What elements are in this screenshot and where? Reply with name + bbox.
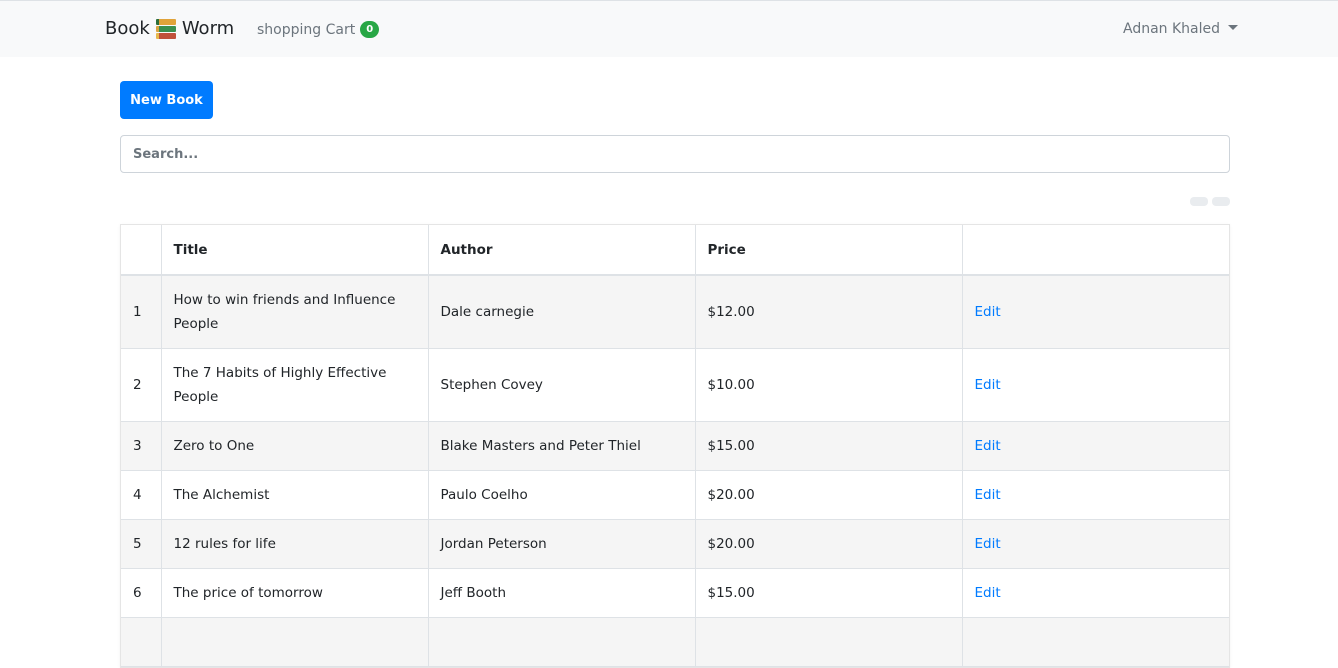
row-author: Stephen Covey	[428, 348, 696, 422]
edit-link[interactable]: Edit	[975, 487, 1001, 503]
row-price: $20.00	[695, 470, 963, 520]
row-index: 4	[121, 470, 162, 520]
header-actions	[962, 225, 1229, 276]
row-index: 5	[121, 519, 162, 569]
table-row: 5 12 rules for life Jordan Peterson $20.…	[121, 519, 1229, 569]
brand-logo[interactable]: Book Worm	[105, 18, 234, 39]
row-author: Paulo Coelho	[428, 470, 696, 520]
row-title: Zero to One	[161, 421, 429, 471]
row-price: $15.00	[695, 568, 963, 618]
row-price: $15.00	[695, 421, 963, 471]
pagination-prev-button[interactable]	[1190, 197, 1208, 206]
edit-link[interactable]: Edit	[975, 438, 1001, 454]
new-book-button[interactable]: New Book	[120, 81, 213, 119]
table-header-row: Title Author Price	[121, 225, 1229, 276]
cart-label: shopping Cart	[257, 21, 356, 38]
caret-down-icon	[1228, 24, 1238, 30]
table-row: 4 The Alchemist Paulo Coelho $20.00 Edit	[121, 470, 1229, 520]
header-author[interactable]: Author	[428, 225, 696, 276]
header-index	[121, 225, 162, 276]
row-author: Jeff Booth	[428, 568, 696, 618]
header-price[interactable]: Price	[695, 225, 963, 276]
edit-link[interactable]: Edit	[975, 536, 1001, 552]
row-price: $10.00	[695, 348, 963, 422]
brand-text-left: Book	[105, 18, 150, 39]
search-input[interactable]	[120, 135, 1230, 173]
table-row: 2 The 7 Habits of Highly Effective Peopl…	[121, 348, 1229, 422]
shopping-cart-link[interactable]: shopping Cart 0	[257, 21, 380, 38]
header-title[interactable]: Title	[161, 225, 429, 276]
row-title: The Alchemist	[161, 470, 429, 520]
row-price: $12.00	[695, 275, 963, 349]
row-author: Dale carnegie	[428, 275, 696, 349]
user-menu-dropdown[interactable]: Adnan Khaled	[1123, 21, 1238, 37]
navbar: Book Worm shopping Cart 0 Adnan Khaled	[0, 0, 1338, 57]
row-price: $20.00	[695, 519, 963, 569]
cart-count-badge: 0	[360, 21, 380, 38]
table-row: 6 The price of tomorrow Jeff Booth $15.0…	[121, 568, 1229, 618]
row-index: 6	[121, 568, 162, 618]
edit-link[interactable]: Edit	[975, 377, 1001, 393]
row-title: How to win friends and Influence People	[161, 275, 429, 349]
books-icon	[155, 18, 176, 39]
row-title: The 7 Habits of Highly Effective People	[161, 348, 429, 422]
row-author: Blake Masters and Peter Thiel	[428, 421, 696, 471]
books-table: Title Author Price 1 How to win friends …	[120, 224, 1230, 668]
row-index: 2	[121, 348, 162, 422]
edit-link[interactable]: Edit	[975, 585, 1001, 601]
table-row: 1 How to win friends and Influence Peopl…	[121, 275, 1229, 349]
row-index: 1	[121, 275, 162, 349]
row-author: Jordan Peterson	[428, 519, 696, 569]
pagination-next-button[interactable]	[1212, 197, 1230, 206]
row-title: 12 rules for life	[161, 519, 429, 569]
table-row	[121, 617, 1229, 667]
edit-link[interactable]: Edit	[975, 304, 1001, 320]
row-title: The price of tomorrow	[161, 568, 429, 618]
user-name: Adnan Khaled	[1122, 21, 1220, 37]
row-index: 3	[121, 421, 162, 471]
brand-text-right: Worm	[181, 18, 235, 39]
table-row: 3 Zero to One Blake Masters and Peter Th…	[121, 421, 1229, 471]
